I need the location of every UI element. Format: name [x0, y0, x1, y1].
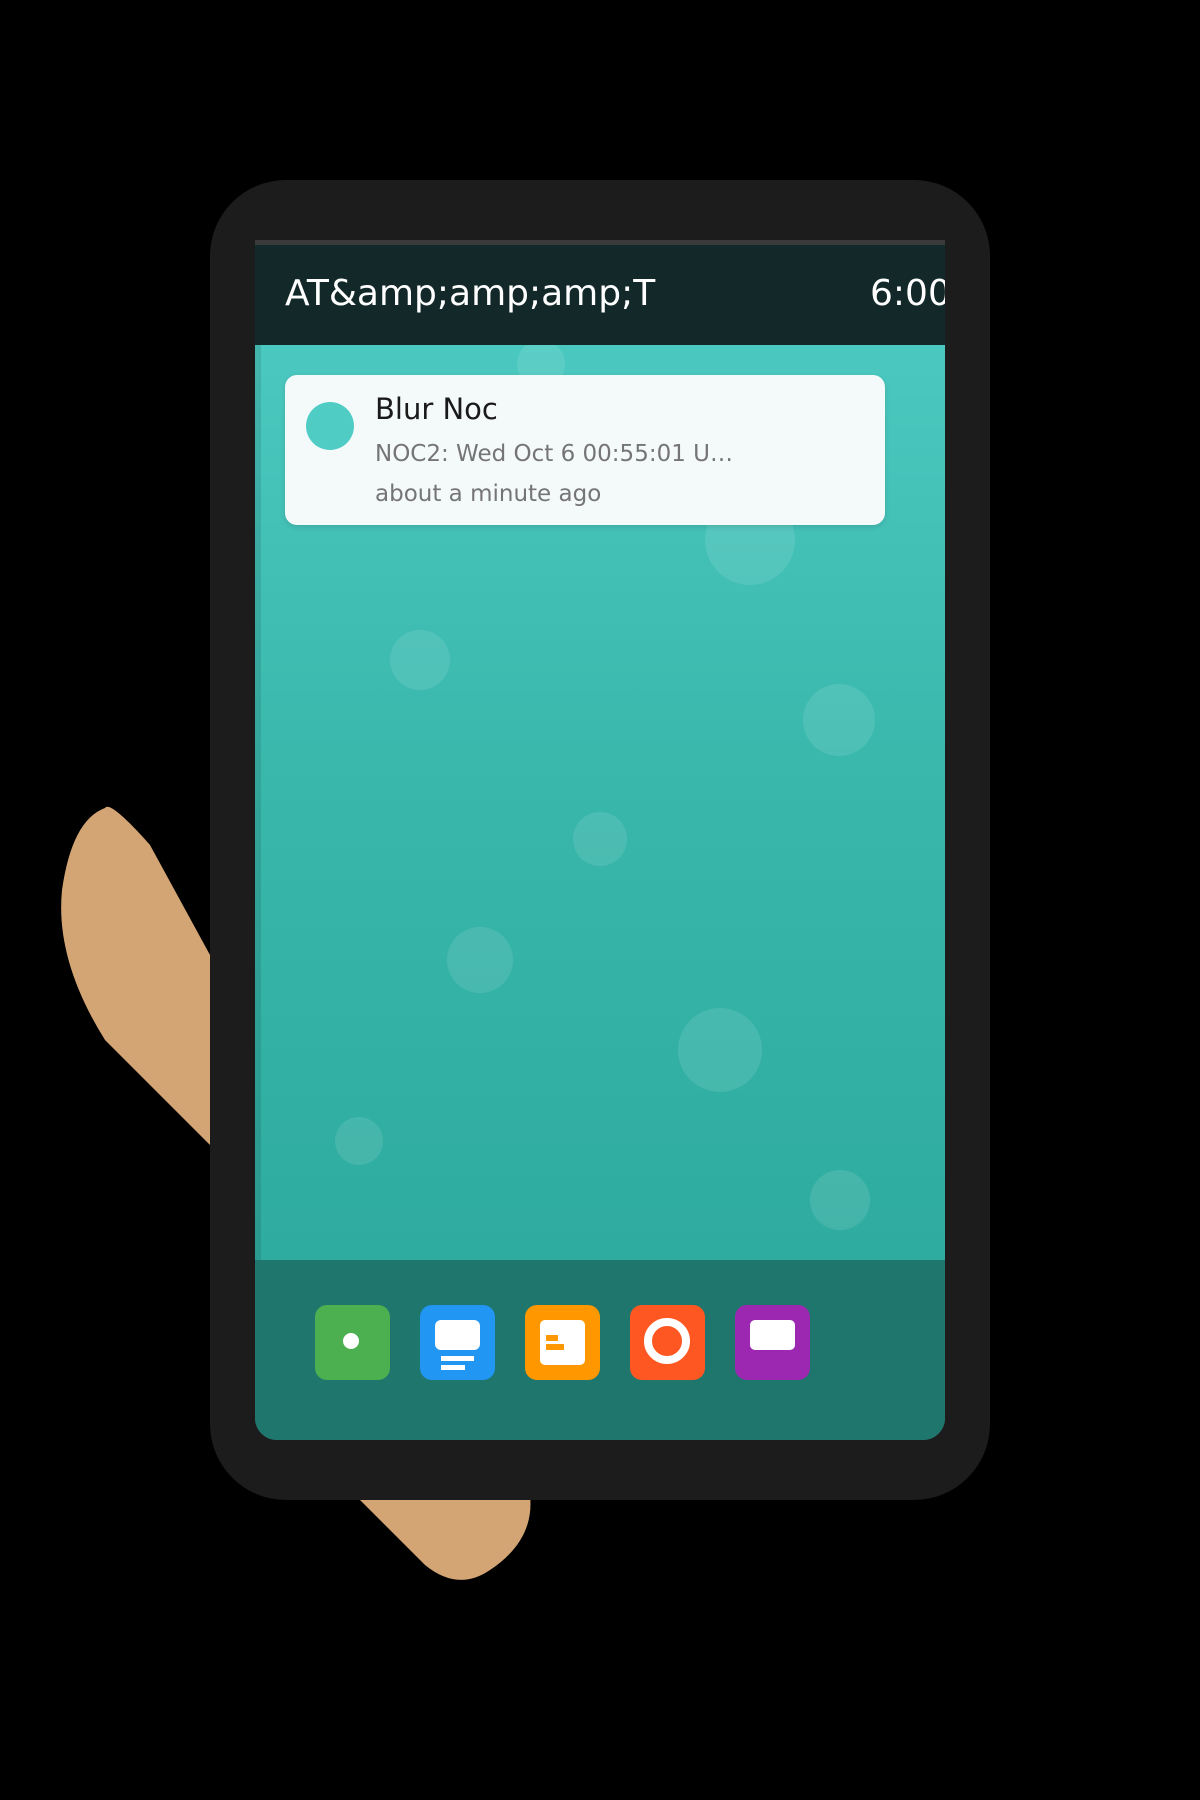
browser-app-icon[interactable]: [630, 1305, 705, 1380]
wallpaper-bubble: [678, 1008, 762, 1092]
wallpaper-bubble: [573, 812, 627, 866]
status-bar: AT&amp;amp;amp;T 6:00: [255, 240, 945, 345]
status-clock: 6:00: [870, 273, 945, 314]
app-dock: [255, 1260, 945, 1440]
messages-app-icon[interactable]: [420, 1305, 495, 1380]
notification-card[interactable]: Blur Noc NOC2: Wed Oct 6 00:55:01 U… abo…: [285, 375, 885, 525]
stage: AT&amp;amp;amp;T 6:00 Blur Noc NOC2: Wed…: [0, 0, 1200, 1800]
wallpaper-bubble: [810, 1170, 870, 1230]
notification-body: NOC2: Wed Oct 6 00:55:01 U…: [375, 441, 733, 467]
wallpaper-bubble: [335, 1117, 383, 1165]
carrier-name: AT&amp;amp;amp;T: [285, 273, 656, 314]
email-app-icon[interactable]: [735, 1305, 810, 1380]
contacts-app-icon[interactable]: [525, 1305, 600, 1380]
notification-timestamp: about a minute ago: [375, 481, 602, 507]
notification-title: Blur Noc: [375, 392, 498, 426]
phone-app-icon[interactable]: [315, 1305, 390, 1380]
wallpaper-bubble: [803, 684, 875, 756]
wallpaper-bubble: [447, 927, 513, 993]
phone-screen: AT&amp;amp;amp;T 6:00 Blur Noc NOC2: Wed…: [255, 240, 945, 1440]
notification-app-icon: [306, 402, 354, 450]
wallpaper-bubble: [390, 630, 450, 690]
